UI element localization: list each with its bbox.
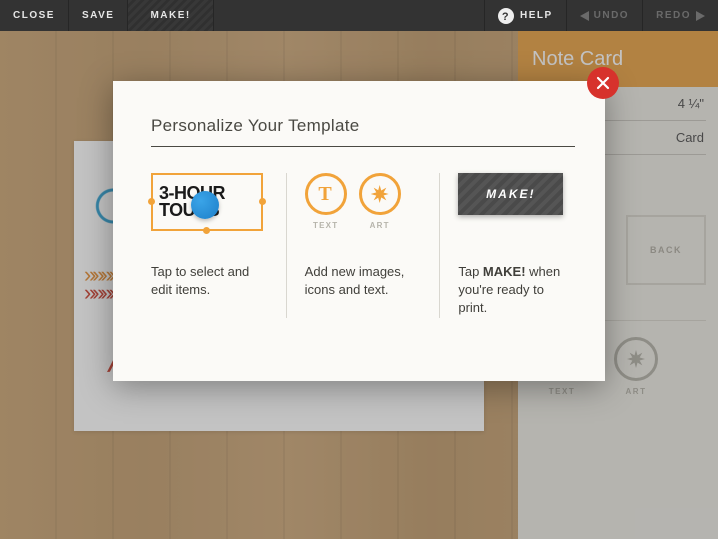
- text-tool-preview-icon: T: [305, 173, 347, 215]
- redo-arrow-icon: [696, 11, 705, 21]
- undo-arrow-icon: [580, 11, 589, 21]
- help-icon: ?: [498, 8, 514, 24]
- art-tool-preview-icon: [359, 173, 401, 215]
- make-button-preview: MAKE!: [458, 173, 563, 215]
- selection-handle-bottom: [203, 227, 210, 234]
- svg-text:?: ?: [502, 11, 510, 23]
- modal-heading: Personalize Your Template: [151, 116, 575, 147]
- art-tool-preview-label: ART: [370, 221, 390, 230]
- onboarding-modal: Personalize Your Template 3-HOUR TOURS T…: [113, 81, 605, 381]
- tip-select-caption: Tap to select and edit items.: [151, 263, 268, 299]
- tip-make-caption: Tap MAKE! when you're ready to print.: [458, 263, 575, 318]
- undo-button[interactable]: UNDO: [566, 0, 642, 31]
- help-label: HELP: [520, 10, 553, 21]
- selection-example: 3-HOUR TOURS: [151, 173, 263, 231]
- undo-label: UNDO: [594, 10, 629, 21]
- text-tool-preview: T TEXT: [305, 173, 347, 230]
- close-button[interactable]: CLOSE: [0, 0, 69, 31]
- redo-button[interactable]: REDO: [642, 0, 718, 31]
- tip-make: MAKE! Tap MAKE! when you're ready to pri…: [439, 173, 575, 318]
- tip-select-edit: 3-HOUR TOURS Tap to select and edit item…: [151, 173, 286, 318]
- save-button[interactable]: SAVE: [69, 0, 129, 31]
- touch-cursor-icon: [191, 191, 219, 219]
- make-button[interactable]: MAKE!: [128, 0, 213, 31]
- tip-add-items: T TEXT ART Add new images, icons and tex…: [286, 173, 440, 318]
- redo-label: REDO: [656, 10, 691, 21]
- help-button[interactable]: ? HELP: [484, 0, 566, 31]
- art-tool-preview: ART: [359, 173, 401, 230]
- close-modal-button[interactable]: [587, 67, 619, 99]
- top-toolbar: CLOSE SAVE MAKE! ? HELP UNDO REDO: [0, 0, 718, 31]
- selection-handle-left: [148, 198, 155, 205]
- close-icon: [596, 76, 610, 90]
- selection-handle-right: [259, 198, 266, 205]
- tip-add-caption: Add new images, icons and text.: [305, 263, 422, 299]
- text-tool-preview-label: TEXT: [313, 221, 338, 230]
